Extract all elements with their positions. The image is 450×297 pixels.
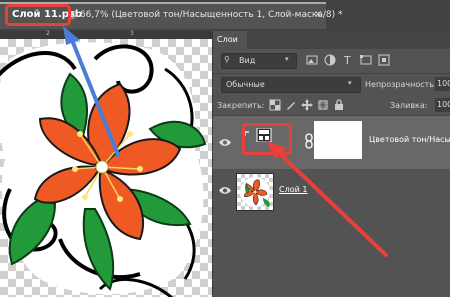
tab-layers-label: Слои bbox=[217, 35, 238, 44]
opacity-label: Непрозрачность: bbox=[365, 80, 437, 89]
fill-input[interactable]: 100% bbox=[435, 98, 450, 112]
divider bbox=[213, 73, 450, 74]
panel-tab-row: Слои bbox=[213, 31, 450, 49]
document-tab-bar: Слой 11.psb @ 66,7% (Цветовой тон/Насыще… bbox=[0, 0, 450, 31]
eye-icon[interactable] bbox=[219, 138, 231, 147]
fill-label: Заливка: bbox=[390, 101, 428, 110]
lock-all-icon[interactable] bbox=[333, 99, 345, 111]
tab-layers[interactable]: Слои bbox=[213, 31, 247, 49]
image-filter-icon[interactable] bbox=[305, 53, 319, 67]
layer-thumbnail[interactable] bbox=[236, 173, 274, 211]
opacity-value: 100% bbox=[437, 79, 450, 88]
filter-kind-select[interactable]: ⚲ Вид ▾ bbox=[221, 53, 297, 69]
layers-panel: Слои ⚲ Вид ▾ T Обычные ▾ Непрозрачность:… bbox=[212, 31, 450, 297]
layer-row-hue-saturation[interactable]: Цветовой тон/Насыщ... bbox=[213, 116, 450, 169]
text-filter-icon[interactable]: T bbox=[341, 53, 355, 67]
adjustment-filter-icon[interactable] bbox=[323, 53, 337, 67]
fill-value: 100% bbox=[437, 100, 450, 109]
chevron-down-icon: ▾ bbox=[285, 55, 289, 63]
lock-label: Закрепить: bbox=[217, 101, 265, 110]
ruler-tick-label: 2 bbox=[46, 30, 50, 37]
filter-kind-value: Вид bbox=[239, 56, 256, 65]
close-tab-icon[interactable]: × bbox=[314, 9, 322, 20]
blend-mode-value: Обычные bbox=[226, 80, 265, 89]
shape-filter-icon[interactable] bbox=[359, 53, 373, 67]
layer-row-layer-1[interactable]: Слой 1 bbox=[213, 170, 450, 214]
flower-thumbnail-image bbox=[240, 177, 270, 207]
eye-icon[interactable] bbox=[219, 186, 231, 195]
lock-artboard-icon[interactable] bbox=[317, 99, 329, 111]
filename-highlight-box bbox=[5, 4, 71, 26]
lock-position-icon[interactable] bbox=[301, 99, 313, 111]
lock-image-pixels-icon[interactable] bbox=[285, 99, 297, 111]
chevron-down-icon: ▾ bbox=[348, 79, 352, 87]
adjustment-icon-highlight-box bbox=[242, 123, 292, 155]
flower-artwork bbox=[0, 42, 207, 297]
smart-object-filter-icon[interactable] bbox=[377, 53, 391, 67]
link-chain-icon[interactable] bbox=[304, 133, 314, 149]
blend-mode-select[interactable]: Обычные ▾ bbox=[221, 77, 361, 93]
lock-transparent-pixels-icon[interactable] bbox=[269, 99, 281, 111]
layer-name[interactable]: Цветовой тон/Насыщ... bbox=[369, 135, 450, 144]
document-canvas[interactable] bbox=[0, 39, 212, 297]
layer-name[interactable]: Слой 1 bbox=[279, 185, 307, 194]
document-zoom-info: @ 66,7% (Цветовой тон/Насыщенность 1, Сл… bbox=[68, 10, 343, 20]
horizontal-ruler: 2 3 bbox=[0, 30, 212, 39]
ruler-tick-label: 3 bbox=[130, 30, 134, 37]
search-icon: ⚲ bbox=[224, 55, 230, 64]
svg-text:T: T bbox=[343, 54, 351, 67]
opacity-input[interactable]: 100% bbox=[435, 77, 450, 91]
layer-mask-thumbnail[interactable] bbox=[314, 121, 362, 159]
